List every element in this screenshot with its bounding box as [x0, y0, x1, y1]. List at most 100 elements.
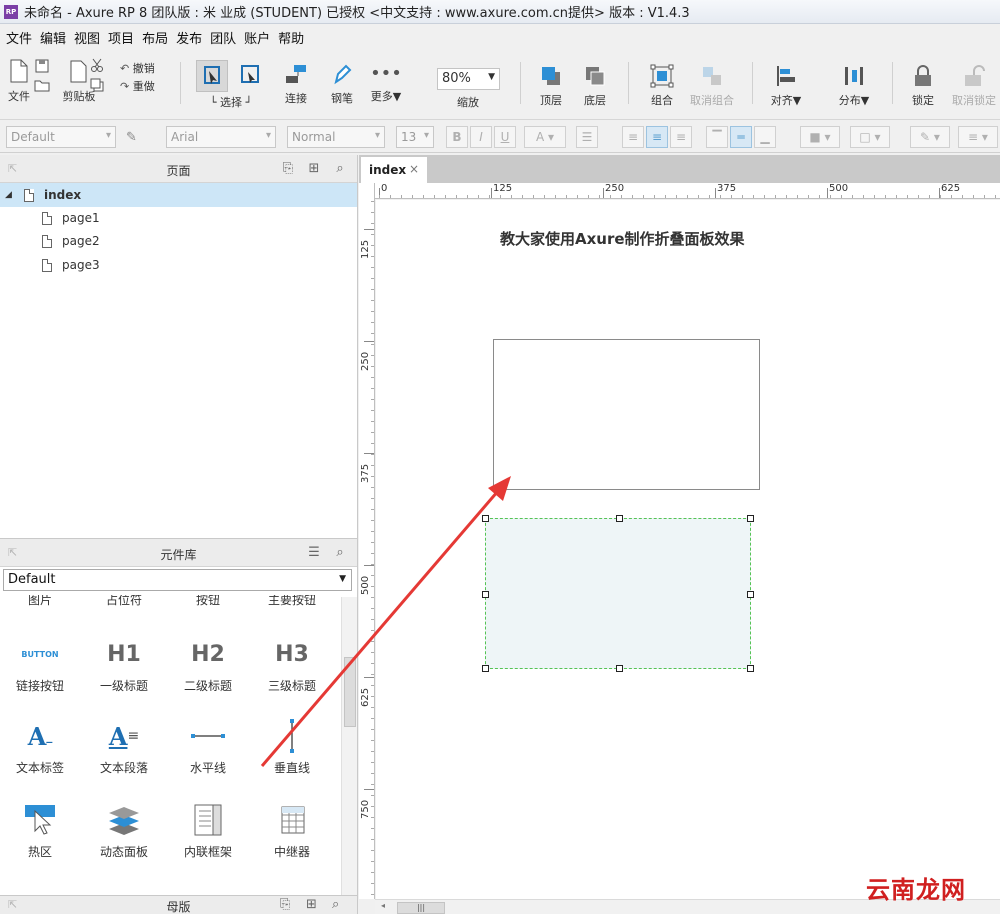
widget-heading2[interactable]: H2 二级标题 — [168, 633, 248, 694]
add-folder-icon[interactable]: ⊞ — [306, 161, 322, 177]
ruler-v-minor-tick — [371, 520, 374, 521]
menu-icon[interactable]: ☰ — [306, 545, 322, 561]
search-icon[interactable]: ⌕ — [332, 161, 348, 177]
widget-button[interactable]: 按钮 — [168, 595, 248, 608]
valign-top-button[interactable]: ▔ — [706, 126, 728, 148]
shadow-button[interactable]: □ ▾ — [850, 126, 890, 148]
scroll-left-arrow-icon[interactable]: ◂ — [381, 901, 385, 910]
font-weight-select[interactable]: Normal — [287, 126, 385, 148]
page-tree-item-page1[interactable]: page1 — [0, 206, 357, 230]
line-width-button[interactable]: ≡ ▾ — [958, 126, 998, 148]
select-mode-button[interactable] — [196, 60, 228, 92]
pen-button[interactable]: 钢笔 — [326, 62, 358, 106]
canvas-dynamic-panel[interactable] — [482, 515, 754, 672]
widget-dynamic-panel[interactable]: 动态面板 — [84, 799, 164, 860]
resize-handle-bottom-right[interactable] — [747, 665, 754, 672]
style-edit-icon[interactable]: ✎ — [126, 130, 137, 145]
menu-view[interactable]: 视图 — [72, 28, 106, 47]
resize-handle-right[interactable] — [747, 591, 754, 598]
valign-middle-button[interactable]: ═ — [730, 126, 752, 148]
widget-text-label[interactable]: A _ 文本标签 — [0, 715, 80, 776]
widget-repeater[interactable]: 中继器 — [252, 799, 332, 860]
resize-handle-top[interactable] — [616, 515, 623, 522]
widget-horizontal-line[interactable]: 水平线 — [168, 715, 248, 776]
menu-edit[interactable]: 编辑 — [38, 28, 72, 47]
widget-heading3[interactable]: H3 三级标题 — [252, 633, 332, 694]
scrollbar-thumb[interactable] — [344, 657, 356, 727]
bold-button[interactable]: B — [446, 126, 468, 148]
ungroup-button[interactable]: 取消组合 — [688, 64, 736, 108]
widget-inline-frame[interactable]: 内联框架 — [168, 799, 248, 860]
menu-file[interactable]: 文件 — [4, 28, 38, 47]
canvas-heading-text[interactable]: 教大家使用Axure制作折叠面板效果 — [500, 228, 745, 249]
add-master-icon[interactable]: ⎘ — [280, 897, 290, 912]
more-button[interactable]: ••• 更多▼ — [366, 64, 406, 104]
tab-index[interactable]: index × — [361, 157, 427, 183]
menu-help[interactable]: 帮助 — [276, 28, 310, 47]
resize-handle-bottom-left[interactable] — [482, 665, 489, 672]
menu-team[interactable]: 团队 — [208, 28, 242, 47]
resize-handle-bottom[interactable] — [616, 665, 623, 672]
unlock-button[interactable]: 取消锁定 — [950, 64, 998, 108]
ruler-v-label: 625 — [360, 687, 371, 707]
style-select[interactable]: Default — [6, 126, 116, 148]
widget-image[interactable]: 图片 — [0, 595, 80, 608]
scrollbar-thumb[interactable]: ||| — [397, 902, 445, 914]
valign-bottom-button[interactable]: ▁ — [754, 126, 776, 148]
widget-placeholder[interactable]: 占位符 — [84, 595, 164, 608]
redo-button[interactable]: ↷ 重做 — [120, 78, 155, 94]
bring-to-front-button[interactable]: 顶层 — [536, 64, 566, 108]
underline-button[interactable]: U — [494, 126, 516, 148]
cut-icon[interactable] — [90, 58, 104, 72]
save-icon[interactable] — [34, 58, 50, 74]
italic-button[interactable]: I — [470, 126, 492, 148]
menu-arrange[interactable]: 布局 — [140, 28, 174, 47]
library-select[interactable]: Default — [3, 569, 352, 591]
undo-button[interactable]: ↶ 撤销 — [120, 60, 155, 76]
font-family-select[interactable]: Arial — [166, 126, 276, 148]
close-icon[interactable]: × — [409, 162, 419, 176]
menu-project[interactable]: 项目 — [106, 28, 140, 47]
resize-handle-left[interactable] — [482, 591, 489, 598]
send-to-back-button[interactable]: 底层 — [580, 64, 610, 108]
select-contain-button[interactable] — [236, 60, 266, 90]
widget-vertical-line[interactable]: 垂直线 — [252, 715, 332, 776]
open-folder-icon[interactable] — [34, 78, 50, 92]
font-color-button[interactable]: A ▾ — [524, 126, 566, 148]
align-text-right-button[interactable]: ≡ — [670, 126, 692, 148]
page-tree-item-index[interactable]: ◢ index — [0, 183, 357, 207]
group-button[interactable]: 组合 — [646, 64, 678, 108]
page-tree-item-page3[interactable]: page3 — [0, 253, 357, 277]
file-button[interactable]: 文件 — [6, 58, 32, 104]
distribute-button[interactable]: 分布▼ — [836, 64, 872, 108]
align-text-center-button[interactable]: ≡ — [646, 126, 668, 148]
font-size-select[interactable]: 13 — [396, 126, 434, 148]
widget-heading1[interactable]: H1 一级标题 — [84, 633, 164, 694]
connect-button[interactable]: 连接 — [280, 62, 312, 106]
widget-paragraph[interactable]: A ≡ 文本段落 — [84, 715, 164, 776]
copy-icon[interactable] — [90, 78, 104, 92]
fill-color-button[interactable]: ■ ▾ — [800, 126, 840, 148]
lock-button[interactable]: 锁定 — [908, 64, 938, 108]
collapse-triangle-icon[interactable]: ◢ — [5, 190, 12, 200]
widget-hotspot[interactable]: 热区 — [0, 799, 80, 860]
line-color-button[interactable]: ✎ ▾ — [910, 126, 950, 148]
zoom-select[interactable]: 80% ▼ — [437, 68, 500, 90]
search-icon[interactable]: ⌕ — [332, 897, 339, 912]
resize-handle-top-left[interactable] — [482, 515, 489, 522]
widget-library-scrollbar[interactable] — [341, 597, 357, 896]
align-button[interactable]: 对齐▼ — [768, 64, 804, 108]
page-tree-item-page2[interactable]: page2 — [0, 229, 357, 253]
add-page-icon[interactable]: ⎘ — [280, 161, 296, 177]
widget-link-button[interactable]: BUTTON 链接按钮 — [0, 633, 80, 694]
ruler-v-minor-tick — [371, 894, 374, 895]
add-folder-icon[interactable]: ⊞ — [306, 897, 317, 912]
menu-publish[interactable]: 发布 — [174, 28, 208, 47]
search-icon[interactable]: ⌕ — [332, 545, 348, 561]
canvas-rectangle[interactable] — [493, 339, 760, 490]
resize-handle-top-right[interactable] — [747, 515, 754, 522]
menu-account[interactable]: 账户 — [242, 28, 276, 47]
widget-primary-button[interactable]: 主要按钮 — [252, 595, 332, 608]
bullets-button[interactable]: ☰ — [576, 126, 598, 148]
align-text-left-button[interactable]: ≡ — [622, 126, 644, 148]
